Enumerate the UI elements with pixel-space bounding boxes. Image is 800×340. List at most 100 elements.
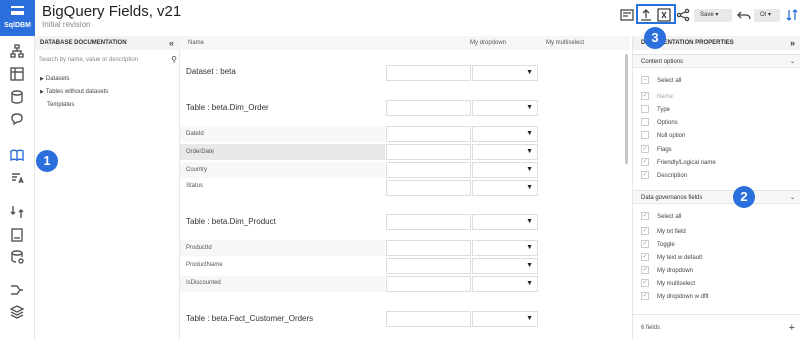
checkbox-checked[interactable]: ✓ <box>641 145 649 154</box>
option-type[interactable]: Type <box>641 105 670 115</box>
add-field-button[interactable]: + <box>789 315 795 340</box>
option-flags[interactable]: ✓ Flags <box>641 145 672 155</box>
text-cell[interactable] <box>386 240 471 256</box>
option-description[interactable]: ✓ Description <box>641 171 687 181</box>
documentation-book-icon[interactable] <box>9 148 25 164</box>
table-icon[interactable] <box>9 67 25 83</box>
checkbox-checked[interactable]: ✓ <box>641 158 649 167</box>
dropdown-cell[interactable]: ▼ <box>472 126 538 142</box>
search-input[interactable]: Search by name, value or description ⚲ <box>39 54 177 66</box>
grid-scrollbar[interactable] <box>625 54 628 164</box>
dropdown-cell[interactable]: ▼ <box>472 144 538 160</box>
tree-item-label: Datasets <box>45 76 70 82</box>
share-icon[interactable] <box>676 8 690 22</box>
compare-icon[interactable] <box>9 205 25 221</box>
option-friendly-name[interactable]: ✓ Friendly/Logical name <box>641 158 716 168</box>
governance-field[interactable]: ✓ My txt field <box>641 227 686 237</box>
text-cell[interactable] <box>386 162 471 178</box>
dropdown-cell[interactable]: ▼ <box>472 214 538 230</box>
option-name: ✓ Name <box>641 92 673 102</box>
content-select-all[interactable]: – Select all <box>641 76 681 86</box>
section-title: Dataset : beta <box>186 67 236 76</box>
text-cell[interactable] <box>386 100 471 116</box>
tree-item-datasets[interactable]: ▶ Datasets <box>40 76 70 82</box>
governance-select-all[interactable]: ✓ Select all <box>641 212 681 222</box>
dropdown-cell[interactable]: ▼ <box>472 240 538 256</box>
content-options-section[interactable]: Content options ⌄ <box>633 54 800 68</box>
tree-item-tables-without-datasets[interactable]: ▶ Tables without datasets <box>40 89 108 95</box>
section-title: Table : beta.Dim_Product <box>186 217 276 226</box>
text-cell[interactable] <box>386 144 471 160</box>
data-governance-section[interactable]: Data governance fields ⌄ <box>633 190 800 204</box>
caret-down-icon: ▼ <box>526 280 533 287</box>
layers-icon[interactable] <box>9 305 25 321</box>
search-icon[interactable]: ⚲ <box>171 54 177 66</box>
expand-arrow-icon[interactable]: ▶ <box>40 76 44 82</box>
governance-field[interactable]: ✓ My text w default <box>641 253 702 263</box>
option-null-option[interactable]: Null option <box>641 131 685 141</box>
document-icon[interactable] <box>620 8 634 22</box>
checkbox-checked[interactable]: ✓ <box>641 212 649 221</box>
documentation-grid: Name My dropdown My multiselect Dataset … <box>180 36 630 340</box>
naming-icon[interactable] <box>9 171 25 187</box>
option-label: Type <box>657 107 671 113</box>
checkbox-checked[interactable]: ✓ <box>641 240 649 249</box>
diagram-icon[interactable] <box>9 44 25 60</box>
caret-down-icon: ▼ <box>526 315 533 322</box>
text-cell[interactable] <box>386 311 471 327</box>
checkbox-checked[interactable]: ✓ <box>641 253 649 262</box>
table-row[interactable] <box>180 162 385 178</box>
checkbox-checked[interactable]: ✓ <box>641 279 649 288</box>
database-sync-icon[interactable] <box>9 250 25 266</box>
governance-field[interactable]: ✓ My dropdown <box>641 266 693 276</box>
database-icon[interactable] <box>9 90 25 106</box>
tree-item-templates[interactable]: Templates <box>47 102 74 108</box>
dropdown-cell[interactable]: ▼ <box>472 276 538 292</box>
step-badge-3: 3 <box>644 27 666 49</box>
save-button[interactable]: Save ▾ <box>694 9 732 22</box>
undo-icon[interactable] <box>737 8 751 22</box>
documentation-panel-title: DATABASE DOCUMENTATION <box>40 40 127 46</box>
merge-icon[interactable] <box>9 283 25 299</box>
checkbox[interactable] <box>641 131 649 140</box>
expand-arrow-icon[interactable]: ▶ <box>40 89 44 95</box>
table-row[interactable] <box>180 180 385 196</box>
governance-field[interactable]: ✓ Toggle <box>641 240 675 250</box>
collapse-left-button[interactable]: « <box>169 36 174 50</box>
dropdown-cell[interactable]: ▼ <box>472 65 538 81</box>
checkbox-checked[interactable]: ✓ <box>641 266 649 275</box>
checkbox-indeterminate[interactable]: – <box>641 76 649 85</box>
dropdown-cell[interactable]: ▼ <box>472 100 538 116</box>
tree-item-label: Templates <box>47 102 75 108</box>
checkbox-checked[interactable]: ✓ <box>641 292 649 301</box>
text-cell[interactable] <box>386 126 471 142</box>
text-cell[interactable] <box>386 276 471 292</box>
comment-icon[interactable] <box>9 112 25 128</box>
collapse-right-button[interactable]: » <box>790 36 795 50</box>
owner-dropdown[interactable]: OI ▾ <box>754 9 780 22</box>
checkbox-checked[interactable]: ✓ <box>641 227 649 236</box>
checkbox[interactable] <box>641 118 649 127</box>
checkbox[interactable] <box>641 105 649 114</box>
option-options[interactable]: Options <box>641 118 678 128</box>
text-cell[interactable] <box>386 65 471 81</box>
export-icon[interactable] <box>9 228 25 244</box>
dropdown-cell[interactable]: ▼ <box>472 311 538 327</box>
table-row[interactable] <box>180 126 385 142</box>
dropdown-cell[interactable]: ▼ <box>472 162 538 178</box>
chevron-down-icon[interactable]: ⌄ <box>790 191 795 205</box>
text-cell[interactable] <box>386 180 471 196</box>
option-label: My dropdown w dflt <box>657 294 709 300</box>
dropdown-cell[interactable]: ▼ <box>472 180 538 196</box>
governance-field[interactable]: ✓ My multiselect <box>641 279 695 289</box>
checkbox-checked[interactable]: ✓ <box>641 171 649 180</box>
text-cell[interactable] <box>386 214 471 230</box>
sort-icon[interactable] <box>785 8 799 22</box>
dropdown-cell[interactable]: ▼ <box>472 258 538 274</box>
checkbox-checked-disabled: ✓ <box>641 92 649 101</box>
app-menu-button[interactable]: SqlDBM <box>0 0 35 36</box>
row-name: IsDiscounted <box>186 280 221 286</box>
text-cell[interactable] <box>386 258 471 274</box>
chevron-down-icon[interactable]: ⌄ <box>790 55 795 69</box>
governance-field[interactable]: ✓ My dropdown w dflt <box>641 292 709 302</box>
